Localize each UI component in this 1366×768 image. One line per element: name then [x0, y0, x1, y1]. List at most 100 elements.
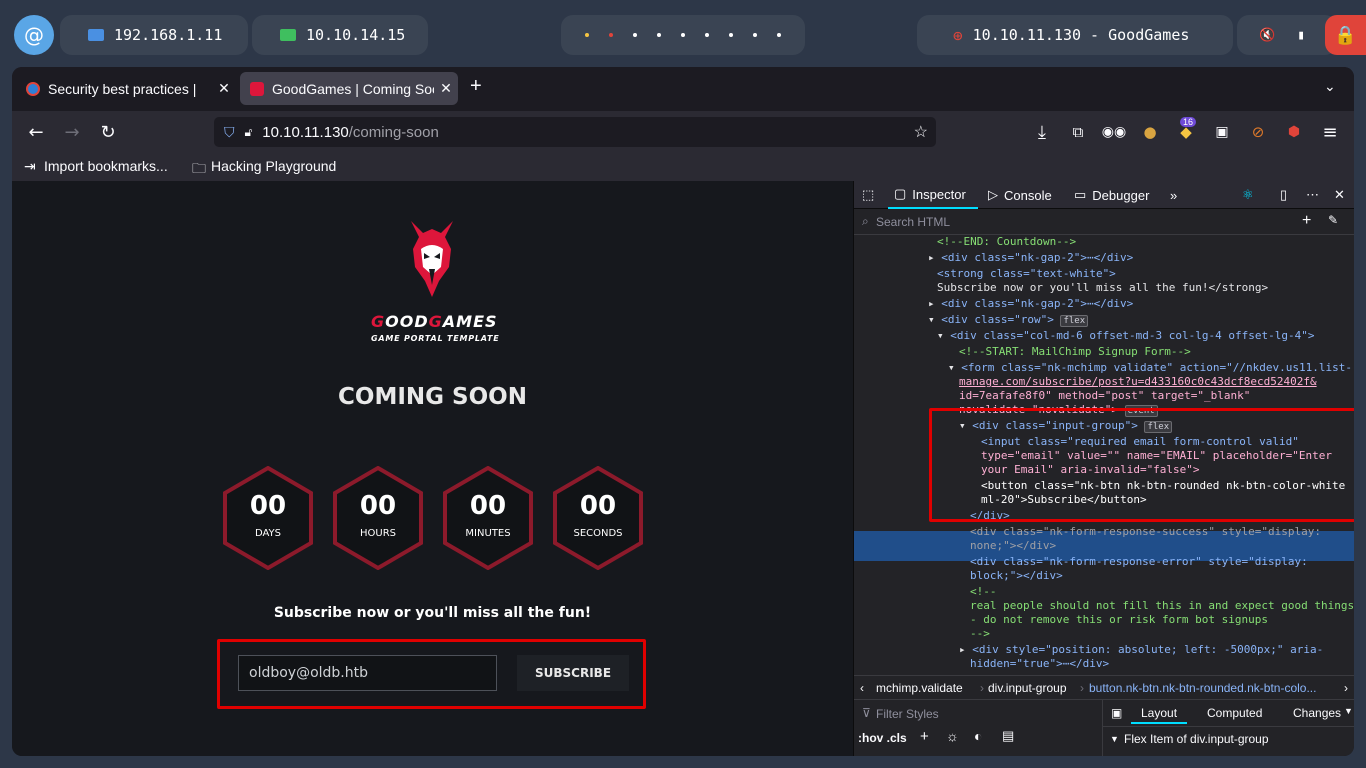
- bookmark-hacking-playground[interactable]: Hacking Playground: [211, 158, 336, 174]
- tab-debugger[interactable]: ▭ Debugger: [1074, 181, 1149, 209]
- tree-line[interactable]: <!--START: MailChimp Signup Form-->: [959, 345, 1191, 359]
- light-mode-icon[interactable]: ☼: [946, 728, 959, 744]
- new-tab-button[interactable]: +: [470, 75, 482, 98]
- close-tab-icon[interactable]: ✕: [212, 80, 236, 97]
- add-node-icon[interactable]: +: [1302, 212, 1311, 230]
- extension-cards-icon[interactable]: ▣: [1206, 111, 1238, 153]
- target-widget[interactable]: ⊕ 10.10.11.130 - GoodGames: [917, 15, 1233, 55]
- forward-button[interactable]: →: [56, 111, 88, 153]
- tab-list-chevron-down-icon[interactable]: ⌄: [1324, 78, 1336, 95]
- breadcrumb-separator-icon: ›: [1080, 681, 1084, 695]
- flex-item-label: Flex Item of div.input-group: [1124, 732, 1269, 746]
- styles-pane: ⊽ Filter Styles :hov .cls + ☼ ◐ ▤ ▣ Layo…: [854, 699, 1354, 756]
- tree-line[interactable]: ▸ <div style="position: absolute; left: …: [959, 643, 1323, 657]
- breadcrumb: ‹ mchimp.validate › div.input-group › bu…: [854, 675, 1354, 699]
- tab-goodgames[interactable]: GoodGames | Coming Soon ✕: [240, 72, 458, 105]
- reload-button[interactable]: ↻: [92, 111, 124, 153]
- ublock-icon[interactable]: ⬢: [1278, 111, 1310, 153]
- chevron-down-icon[interactable]: ▼: [1344, 706, 1353, 716]
- debian-menu-icon[interactable]: @: [14, 15, 54, 55]
- email-input[interactable]: oldboy@oldb.htb: [238, 655, 497, 691]
- tab-layout[interactable]: Layout: [1131, 700, 1188, 724]
- add-rule-icon[interactable]: +: [920, 728, 929, 745]
- annotation-highlight-box: [929, 408, 1354, 522]
- tree-line[interactable]: hidden="true">⋯</div>: [970, 657, 1109, 671]
- back-button[interactable]: ←: [20, 111, 52, 153]
- lock-url-icon[interactable]: 🔓︎: [245, 125, 253, 140]
- html-search[interactable]: ⌕ Search HTML + ✎: [854, 209, 1354, 235]
- tree-line[interactable]: id=7eafafe8f0" method="post" target="_bl…: [959, 389, 1250, 403]
- shield-icon[interactable]: ⛉: [224, 124, 235, 141]
- local-ip-widget[interactable]: 192.168.1.11: [60, 15, 248, 55]
- workspace-indicator[interactable]: [561, 15, 805, 55]
- tree-line[interactable]: manage.com/subscribe/post?u=d433160c0c43…: [959, 375, 1317, 389]
- tree-line[interactable]: ▸ <div class="nk-gap-2">⋯</div>: [928, 297, 1133, 311]
- tree-line[interactable]: ▾ <form class="nk-mchimp validate" actio…: [948, 361, 1352, 375]
- tree-line[interactable]: <!--: [970, 585, 997, 599]
- dark-mode-icon[interactable]: ◐: [974, 728, 982, 744]
- tree-line[interactable]: <strong class="text-white">: [937, 267, 1116, 281]
- tab-label: Security best practices |: [48, 80, 197, 97]
- tab-security[interactable]: Security best practices | ✕: [16, 72, 236, 105]
- collapse-arrow-icon: ▼: [1110, 734, 1119, 744]
- bookmark-import[interactable]: Import bookmarks...: [44, 158, 168, 174]
- tree-line[interactable]: none;"></div>: [970, 539, 1056, 553]
- subscribe-button[interactable]: SUBSCRIBE: [517, 655, 629, 691]
- debugger-icon: ▭: [1074, 187, 1087, 202]
- tab-console[interactable]: ▷ Console: [988, 181, 1052, 209]
- cookie-icon[interactable]: ●: [1134, 111, 1166, 153]
- tab-computed[interactable]: Computed: [1207, 706, 1262, 720]
- more-options-icon[interactable]: ⋯: [1306, 181, 1319, 209]
- nav-toolbar: ← → ↻ ⛉ 🔓︎ 10.10.11.130/coming-soon ☆ ⤓ …: [12, 111, 1354, 153]
- filter-styles-input[interactable]: Filter Styles: [876, 707, 939, 721]
- battery-icon: ▮: [1297, 27, 1306, 43]
- tree-line[interactable]: ▾ <div class="row"> flex: [928, 313, 1089, 327]
- search-html-input[interactable]: Search HTML: [876, 215, 950, 229]
- tree-line[interactable]: ▸ <div class="nk-gap-2">⋯</div>: [928, 251, 1133, 265]
- system-tray[interactable]: 🔇 ▮: [1237, 15, 1337, 55]
- tree-line[interactable]: -->: [970, 627, 990, 641]
- brand-tagline: GAME PORTAL TEMPLATE: [371, 334, 500, 343]
- tab-inspector[interactable]: ▢ Inspector: [888, 181, 978, 209]
- tree-line[interactable]: <!--END: Countdown-->: [937, 235, 1076, 249]
- tree-line[interactable]: block;"></div>: [970, 569, 1063, 583]
- breadcrumb-right-chevron-icon[interactable]: ›: [1344, 681, 1348, 695]
- console-icon: ▷: [988, 187, 998, 202]
- hov-cls-toggle[interactable]: :hov .cls: [858, 731, 907, 745]
- breadcrumb-left-chevron-icon[interactable]: ‹: [860, 681, 864, 695]
- tab-changes[interactable]: Changes: [1293, 706, 1341, 720]
- breadcrumb-item[interactable]: div.input-group: [988, 681, 1067, 695]
- mute-icon[interactable]: 🔇: [1259, 28, 1275, 43]
- extension-block-icon[interactable]: ⊘: [1242, 111, 1274, 153]
- breadcrumb-item[interactable]: mchimp.validate: [876, 681, 963, 695]
- breadcrumb-item-selected[interactable]: button.nk-btn.nk-btn-rounded.nk-btn-colo…: [1089, 681, 1341, 695]
- print-icon[interactable]: ▤: [1002, 728, 1014, 744]
- vpn-ip-widget[interactable]: 10.10.14.15: [252, 15, 428, 55]
- folder-icon[interactable]: 🗀: [192, 158, 206, 182]
- extensions-icon[interactable]: ⧉: [1062, 111, 1094, 153]
- lock-icon[interactable]: 🔒: [1325, 15, 1366, 55]
- close-devtools-icon[interactable]: ✕: [1334, 181, 1345, 209]
- extension-glasses-icon[interactable]: ◉◉: [1098, 111, 1130, 153]
- tree-line[interactable]: real people should not fill this in and …: [970, 599, 1354, 613]
- tree-line[interactable]: Subscribe now or you'll miss all the fun…: [937, 281, 1268, 295]
- import-bookmarks-icon[interactable]: ⇥: [24, 158, 36, 175]
- tree-line[interactable]: <div class="nk-form-response-success" st…: [970, 525, 1321, 539]
- close-tab-icon[interactable]: ✕: [434, 80, 458, 97]
- element-picker-icon[interactable]: ⬚: [862, 181, 874, 209]
- bookmark-star-icon[interactable]: ☆: [914, 122, 928, 142]
- toggle-pane-icon[interactable]: ▣: [1111, 706, 1122, 720]
- menu-icon[interactable]: ≡: [1314, 111, 1346, 153]
- tree-line[interactable]: ▾ <div class="col-md-6 offset-md-3 col-l…: [937, 329, 1315, 343]
- responsive-mode-icon[interactable]: ▯: [1280, 181, 1287, 209]
- devtools-panel: ⬚ ▢ Inspector ▷ Console ▭ Debugger » ⚛ ▯ ⋯ …: [853, 181, 1354, 756]
- flex-item-section[interactable]: ▼ Flex Item of div.input-group: [1102, 726, 1354, 756]
- react-icon[interactable]: ⚛: [1242, 181, 1254, 209]
- more-tools-icon[interactable]: »: [1170, 181, 1177, 209]
- eyedropper-icon[interactable]: ✎: [1328, 213, 1338, 227]
- url-bar[interactable]: ⛉ 🔓︎ 10.10.11.130/coming-soon ☆: [214, 117, 936, 147]
- tab-strip: Security best practices | ✕ GoodGames | …: [12, 67, 1354, 111]
- tree-line[interactable]: <div class="nk-form-response-error" styl…: [970, 555, 1308, 569]
- tree-line[interactable]: - do not remove this or risk form bot si…: [970, 613, 1268, 627]
- download-icon[interactable]: ⤓: [1026, 111, 1058, 153]
